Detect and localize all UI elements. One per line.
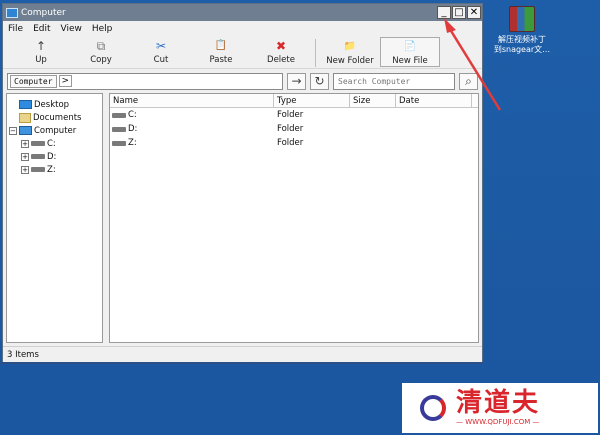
arrow-shaft xyxy=(446,25,502,111)
arrow-head xyxy=(444,18,456,33)
watermark-url: — WWW.QDFUJI.COM — xyxy=(456,418,540,426)
watermark: 清道夫 — WWW.QDFUJI.COM — xyxy=(402,383,598,433)
watermark-brand: 清道夫 xyxy=(456,388,541,418)
annotation-arrow xyxy=(444,18,502,111)
brand-logo-icon xyxy=(420,395,446,421)
